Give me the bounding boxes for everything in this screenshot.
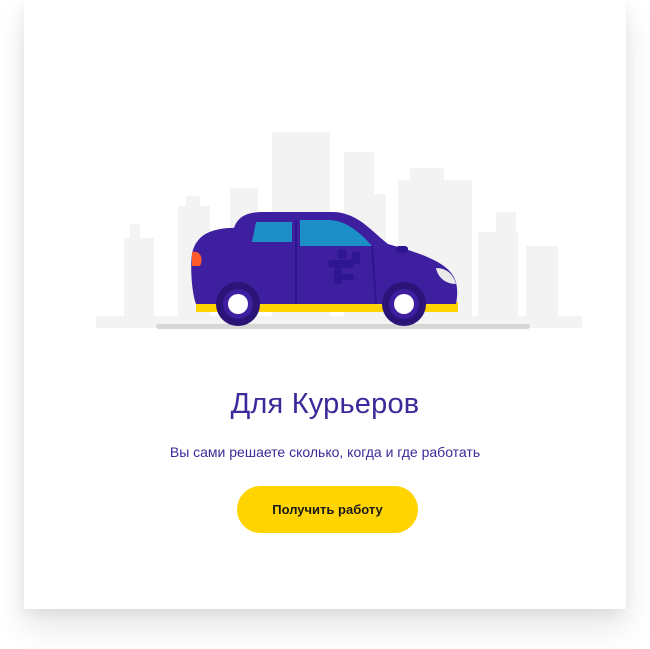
page-title: Для Курьеров: [230, 388, 420, 420]
front-wheel: [382, 282, 426, 326]
courier-card: Для Курьеров Вы сами решаете сколько, ко…: [24, 0, 626, 609]
rear-wheel: [216, 282, 260, 326]
get-job-button[interactable]: Получить работу: [237, 486, 418, 533]
front-window: [252, 222, 292, 242]
courier-car-illustration: [96, 128, 582, 333]
road: [156, 324, 530, 329]
page-subtitle: Вы сами решаете сколько, когда и где раб…: [169, 444, 481, 460]
